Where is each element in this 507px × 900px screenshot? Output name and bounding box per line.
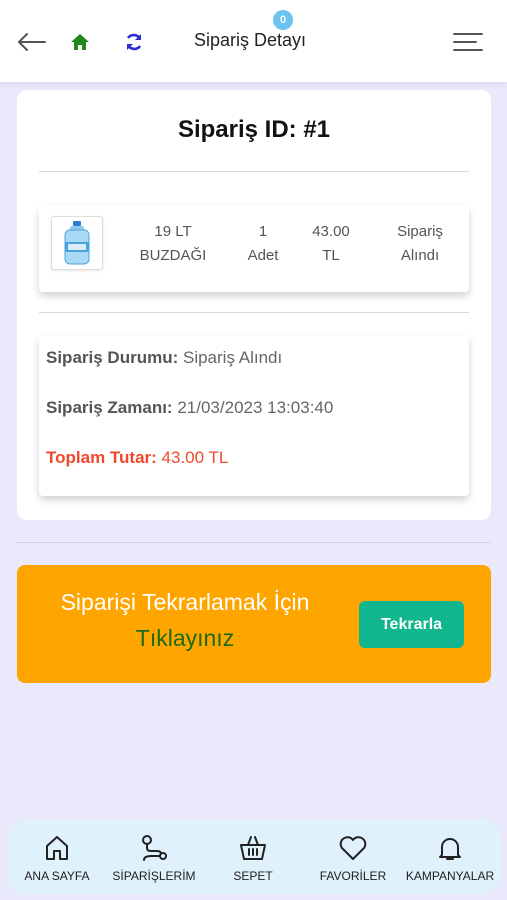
arrow-left-icon[interactable] [16, 26, 48, 58]
menu-icon[interactable] [452, 26, 484, 58]
refresh-icon[interactable] [118, 26, 150, 58]
order-detail-card: Sipariş ID: #1 19 LT BUZDAĞI 1 Adet 43.0… [17, 90, 491, 520]
nav-orders[interactable]: SİPARİŞLERİM [108, 832, 200, 883]
item-name: 19 LT BUZDAĞI [139, 223, 207, 264]
divider [17, 542, 491, 543]
order-time: Sipariş Zamanı: 21/03/2023 13:03:40 [46, 398, 334, 417]
order-status: Sipariş Durumu: Sipariş Alındı [46, 348, 283, 367]
item-price: 43.00 TL [312, 223, 350, 264]
nav-campaigns[interactable]: KAMPANYALAR [402, 832, 498, 883]
repeat-order-banner: Siparişi Tekrarlamak İçin Tıklayınız Tek… [17, 565, 491, 683]
nav-favorites[interactable]: FAVORİLER [316, 832, 390, 883]
nav-cart[interactable]: SEPET [218, 832, 288, 883]
product-image [51, 216, 103, 270]
repeat-text: Siparişi Tekrarlamak İçin [60, 589, 310, 615]
repeat-subtext: Tıklayınız [135, 625, 235, 651]
home-outline-icon [18, 832, 96, 864]
basket-icon [218, 832, 288, 864]
home-icon[interactable] [64, 26, 96, 58]
item-quantity: 1 Adet [247, 223, 279, 264]
bell-icon [402, 832, 498, 864]
route-icon [108, 832, 200, 864]
heart-icon [316, 832, 390, 864]
cart-badge: 0 [273, 10, 293, 30]
order-item-row: 19 LT BUZDAĞI 1 Adet 43.00 TL Sipariş Al… [39, 206, 469, 292]
bottom-nav: ANA SAYFA SİPARİŞLERİM SEPET FAVORİLER K… [8, 820, 501, 894]
divider [39, 171, 469, 172]
item-status: Sipariş Alındı [397, 223, 443, 264]
top-bar: Sipariş Detayı [0, 0, 507, 82]
order-total: Toplam Tutar: 43.00 TL [46, 448, 229, 467]
order-id-title: Sipariş ID: #1 [177, 116, 331, 143]
page-title: Sipariş Detayı [194, 30, 307, 50]
nav-home[interactable]: ANA SAYFA [18, 832, 96, 883]
repeat-button[interactable]: Tekrarla [359, 601, 464, 648]
order-info-card: Sipariş Durumu: Sipariş Alındı Sipariş Z… [39, 336, 469, 496]
divider [39, 312, 469, 313]
